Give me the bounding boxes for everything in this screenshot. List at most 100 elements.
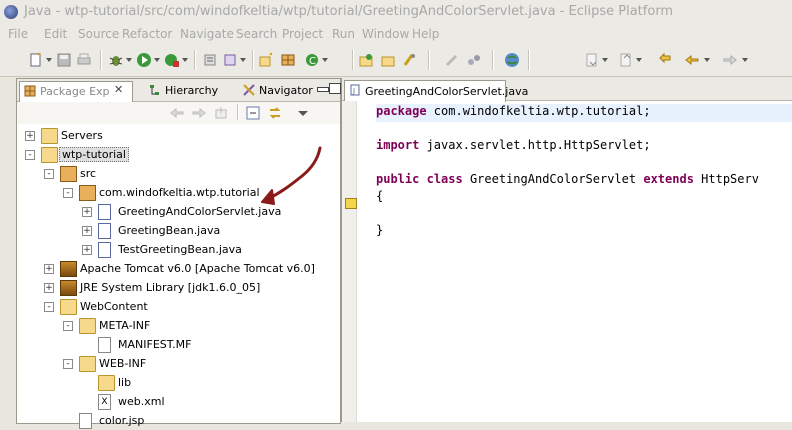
menu-search[interactable]: Search xyxy=(236,27,277,41)
link-with-editor-icon[interactable] xyxy=(267,105,283,121)
toggle-mark-icon[interactable] xyxy=(466,52,482,68)
folder-icon xyxy=(98,375,115,391)
expand-icon[interactable]: + xyxy=(44,264,54,274)
publish-dropdown-icon[interactable] xyxy=(240,58,246,62)
expand-icon[interactable]: + xyxy=(82,207,92,217)
new-icon[interactable] xyxy=(28,52,44,68)
tree-item-label: TestGreetingBean.java xyxy=(118,243,242,256)
menu-help[interactable]: Help xyxy=(412,27,439,41)
code-keyword: extends xyxy=(643,172,694,186)
toolbar-separator xyxy=(237,104,239,120)
vertical-ruler xyxy=(357,101,373,422)
menu-source[interactable]: Source xyxy=(78,27,119,41)
warning-icon[interactable] xyxy=(345,198,357,209)
run-icon[interactable] xyxy=(136,52,152,68)
collapse-icon[interactable]: - xyxy=(44,302,54,312)
search-icon[interactable] xyxy=(402,52,418,68)
tab-navigator[interactable]: Navigator xyxy=(239,81,313,101)
run-dropdown-icon[interactable] xyxy=(154,58,160,62)
external-tools-icon[interactable] xyxy=(164,52,180,68)
new-dropdown-icon[interactable] xyxy=(46,58,52,62)
code-text: } xyxy=(376,223,384,237)
tree-item-label: MANIFEST.MF xyxy=(118,338,192,351)
menu-file[interactable]: File xyxy=(8,27,28,41)
tab-hierarchy[interactable]: Hierarchy xyxy=(145,81,235,101)
next-annotation-icon[interactable] xyxy=(584,52,600,68)
open-type-icon[interactable] xyxy=(358,52,374,68)
title-bar: Java - wtp-tutorial/src/com/windofkeltia… xyxy=(0,0,792,25)
tree-item-label: src xyxy=(80,167,97,180)
up-icon[interactable] xyxy=(213,105,229,121)
library-icon xyxy=(60,261,77,277)
new-class-dropdown-icon[interactable] xyxy=(322,58,328,62)
expand-icon[interactable]: + xyxy=(82,226,92,236)
new-class-icon[interactable]: C xyxy=(304,52,320,68)
code-text: HttpServ xyxy=(693,172,759,186)
java-file-icon xyxy=(98,223,111,239)
source-folder-icon xyxy=(60,166,77,182)
menu-run[interactable]: Run xyxy=(332,27,355,41)
menu-refactor[interactable]: Refactor xyxy=(122,27,172,41)
code-area[interactable]: package com.windofkeltia.wtp.tutorial; im… xyxy=(376,101,792,422)
debug-icon[interactable] xyxy=(108,52,124,68)
file-icon xyxy=(98,337,111,353)
previous-annotation-icon[interactable] xyxy=(618,52,634,68)
menu-window[interactable]: Window xyxy=(362,27,409,41)
new-server-icon[interactable] xyxy=(202,52,218,68)
tree-item-label: GreetingAndColorServlet.java xyxy=(118,205,282,218)
code-text: GreetingAndColorServlet xyxy=(462,172,644,186)
editor-tab-bar: J GreetingAndColorServlet.java xyxy=(342,78,792,102)
new-package-icon[interactable] xyxy=(280,52,296,68)
back-icon[interactable] xyxy=(169,105,185,121)
new-java-project-icon[interactable] xyxy=(258,52,274,68)
code-line: package com.windofkeltia.wtp.tutorial; xyxy=(376,104,792,122)
collapse-icon[interactable]: - xyxy=(63,321,73,331)
java-file-icon xyxy=(98,242,111,258)
folder-icon xyxy=(41,128,58,144)
globe-icon[interactable] xyxy=(504,52,520,68)
code-keyword: import xyxy=(376,138,420,152)
debug-dropdown-icon[interactable] xyxy=(126,58,132,62)
external-tools-dropdown-icon[interactable] xyxy=(182,58,188,62)
last-edit-icon[interactable] xyxy=(658,52,674,68)
view-menu-icon[interactable] xyxy=(295,105,311,121)
collapse-icon[interactable]: - xyxy=(63,359,73,369)
svg-text:J: J xyxy=(352,87,355,95)
collapse-icon[interactable]: - xyxy=(63,188,73,198)
menu-project[interactable]: Project xyxy=(282,27,323,41)
print-icon[interactable] xyxy=(76,52,92,68)
tree-item-label: Servers xyxy=(61,129,103,142)
maximize-icon[interactable] xyxy=(329,83,341,94)
open-folder-icon[interactable] xyxy=(380,52,396,68)
package-explorer-view: Package Exp ✕ Hierarchy Navigator + Serv… xyxy=(16,78,341,429)
previous-annotation-dropdown-icon[interactable] xyxy=(636,58,642,62)
tab-greeting-servlet[interactable]: J GreetingAndColorServlet.java xyxy=(344,80,528,102)
back-dropdown-icon[interactable] xyxy=(704,58,710,62)
menu-edit[interactable]: Edit xyxy=(44,27,67,41)
pen-icon[interactable] xyxy=(444,52,460,68)
forward-icon[interactable] xyxy=(191,105,207,121)
publish-icon[interactable] xyxy=(222,52,238,68)
main-toolbar: C xyxy=(0,44,792,77)
close-icon[interactable]: ✕ xyxy=(114,84,124,95)
tree-item-label: GreetingBean.java xyxy=(118,224,221,237)
back-icon[interactable] xyxy=(684,52,700,68)
expand-icon[interactable]: + xyxy=(82,245,92,255)
menu-navigate[interactable]: Navigate xyxy=(180,27,234,41)
next-annotation-dropdown-icon[interactable] xyxy=(602,58,608,62)
collapse-icon[interactable]: - xyxy=(25,150,35,160)
forward-dropdown-icon[interactable] xyxy=(742,58,748,62)
code-text: javax.servlet.http.HttpServlet; xyxy=(419,138,651,152)
minimize-icon[interactable] xyxy=(317,87,329,92)
tab-package-explorer[interactable]: Package Exp ✕ xyxy=(19,81,133,102)
collapse-all-icon[interactable] xyxy=(245,105,261,121)
forward-icon[interactable] xyxy=(722,52,738,68)
expand-icon[interactable]: + xyxy=(44,283,54,293)
navigator-icon xyxy=(243,84,255,96)
expand-icon[interactable]: + xyxy=(25,131,35,141)
save-icon[interactable] xyxy=(56,52,72,68)
view-toolbar xyxy=(17,102,340,124)
collapse-icon[interactable]: - xyxy=(44,169,54,179)
